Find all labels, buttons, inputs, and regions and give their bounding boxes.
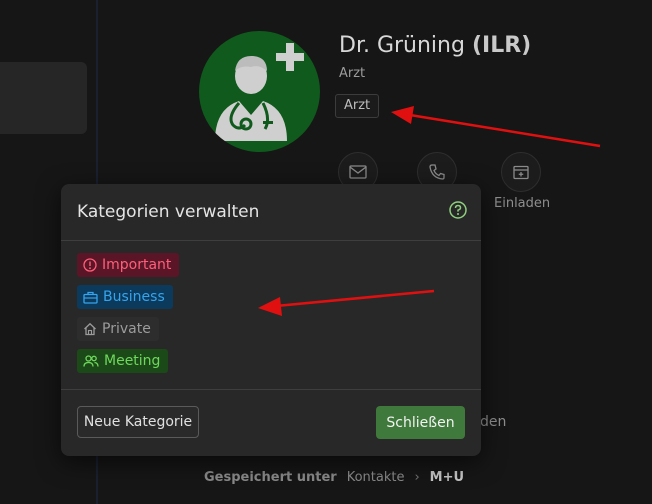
- breadcrumb-item-current[interactable]: M+U: [430, 470, 464, 485]
- category-important[interactable]: Important: [77, 253, 180, 277]
- contact-avatar: [199, 31, 320, 152]
- breadcrumb-item-contacts[interactable]: Kontakte: [347, 470, 405, 485]
- contact-role: Arzt: [339, 66, 366, 81]
- help-icon[interactable]: [449, 201, 467, 219]
- new-category-button[interactable]: Neue Kategorie: [77, 406, 199, 438]
- invite-label: Einladen: [494, 196, 551, 211]
- partial-label: den: [480, 414, 507, 430]
- category-label: Private: [102, 321, 151, 337]
- invite-button[interactable]: [501, 152, 541, 192]
- dialog-divider-top: [61, 240, 481, 241]
- contact-name: Dr. Grüning (ILR): [339, 33, 531, 58]
- contact-tag[interactable]: Arzt: [335, 94, 380, 118]
- background-panel: [0, 62, 87, 134]
- chevron-right-icon: ›: [414, 470, 420, 485]
- alert-circle-icon: [83, 258, 97, 272]
- category-private[interactable]: Private: [77, 317, 159, 341]
- briefcase-icon: [83, 291, 98, 304]
- doctor-icon: [215, 43, 304, 141]
- category-label: Business: [103, 289, 165, 305]
- close-button[interactable]: Schließen: [376, 406, 465, 439]
- annotation-arrow-tag: [391, 106, 601, 148]
- manage-categories-dialog: Kategorien verwalten Important Business …: [61, 184, 481, 456]
- home-icon: [84, 322, 96, 336]
- contact-name-suffix: (ILR): [471, 33, 532, 58]
- breadcrumb: Gespeichert unter Kontakte › M+U: [204, 470, 464, 485]
- phone-icon: [429, 164, 445, 180]
- people-icon: [83, 355, 99, 367]
- mail-icon: [349, 165, 367, 179]
- breadcrumb-label: Gespeichert unter: [204, 470, 337, 485]
- category-label: Meeting: [104, 353, 161, 369]
- category-meeting[interactable]: Meeting: [77, 349, 169, 373]
- dialog-title: Kategorien verwalten: [77, 202, 260, 222]
- category-business[interactable]: Business: [77, 285, 173, 309]
- contact-name-text: Dr. Grüning: [339, 33, 465, 58]
- dialog-divider-bottom: [61, 389, 481, 390]
- category-label: Important: [102, 257, 172, 273]
- calendar-icon: [513, 165, 529, 180]
